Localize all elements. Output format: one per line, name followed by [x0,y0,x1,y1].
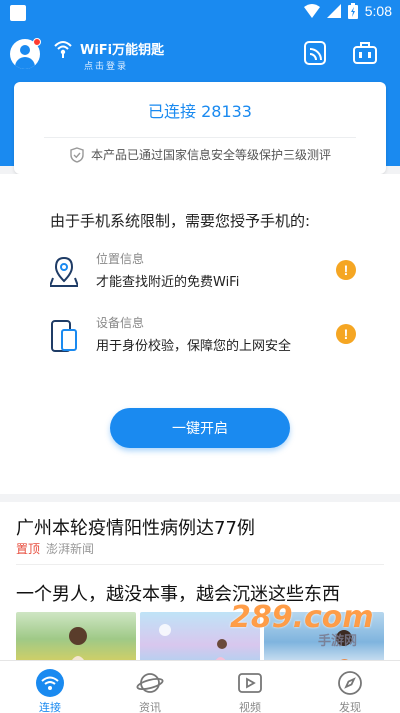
pinned-badge: 置顶 [16,542,41,556]
permission-title: 由于手机系统限制，需要您授予手机的: [50,212,311,230]
permission-description: 用于身份校验，保障您的上网安全 [96,339,292,354]
divider [44,137,356,138]
scan-icon[interactable] [302,40,328,66]
news-source: 澎湃新闻 [46,542,95,556]
connection-status: 已连接 28133 [148,102,252,121]
tab-news[interactable]: 资讯 [100,661,200,713]
video-icon [238,673,262,693]
notification-icon [10,5,26,21]
security-note: 本产品已通过国家信息安全等级保护三级测评 [90,148,331,162]
permission-location[interactable]: 位置信息 才能查找附近的免费WiFi ! [50,250,360,300]
status-bar: 5:08 [0,0,400,26]
permission-label: 位置信息 [96,252,145,266]
site-watermark-sub: 手游网 [318,634,358,649]
location-icon [50,256,78,287]
news-meta: 置顶 澎湃新闻 [16,540,94,557]
warning-icon[interactable]: ! [336,324,356,344]
status-time: 5:08 [364,3,392,19]
permission-section: 由于手机系统限制，需要您授予手机的: 位置信息 才能查找附近的免费WiFi ! … [0,174,400,494]
toolbox-icon[interactable] [352,40,378,66]
divider [16,564,384,565]
planet-icon [136,673,164,693]
tab-label: 连接 [39,701,61,713]
wifi-logo-icon [54,41,72,58]
brand[interactable]: WiFi万能钥匙 [52,38,164,58]
tab-label: 发现 [339,701,361,713]
notification-badge [33,38,41,46]
compass-icon [338,671,362,695]
shield-icon [70,146,84,163]
tab-label: 视频 [239,701,261,713]
wifi-signal-icon [303,4,320,18]
tab-discover[interactable]: 发现 [300,661,400,713]
battery-icon [347,3,358,19]
device-icon [51,320,77,352]
permission-label: 设备信息 [96,316,145,330]
tab-label: 资讯 [139,701,161,713]
news-thumbnail[interactable] [16,612,136,660]
tab-connect[interactable]: 连接 [0,661,100,713]
permission-device[interactable]: 设备信息 用于身份校验，保障您的上网安全 ! [50,314,360,364]
brand-name: WiFi万能钥匙 [80,42,165,58]
permission-description: 才能查找附近的免费WiFi [96,275,240,290]
tab-video[interactable]: 视频 [200,661,300,713]
warning-icon[interactable]: ! [336,260,356,280]
bottom-tab-bar: 连接 资讯 视频 发现 [0,660,400,713]
connection-card[interactable]: 已连接 28133 本产品已通过国家信息安全等级保护三级测评 [14,82,386,174]
login-hint[interactable]: 点击登录 [84,59,128,72]
cell-signal-icon [326,4,341,18]
wifi-icon [36,669,64,697]
enable-all-button[interactable]: 一键开启 [110,408,290,448]
news-title[interactable]: 广州本轮疫情阳性病例达77例 [16,514,255,540]
